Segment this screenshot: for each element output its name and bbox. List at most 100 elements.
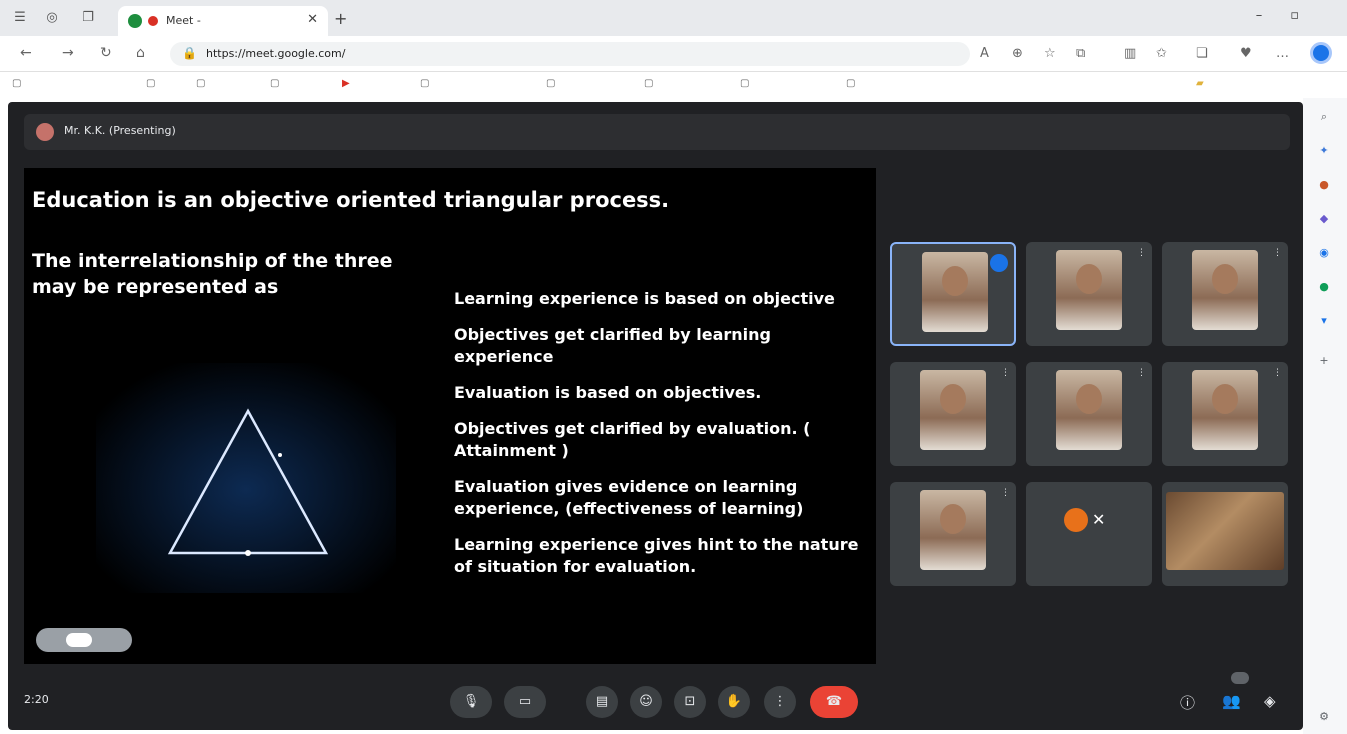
present-button[interactable]: ⊡: [674, 686, 706, 718]
bookmark-item[interactable]: [12, 78, 21, 89]
meeting-clock: 2:20: [24, 693, 49, 706]
slide-point: Evaluation gives evidence on learning ex…: [454, 477, 804, 518]
emoji-icon: ☺: [639, 694, 653, 709]
slide-subtitle-line: The interrelationship of the three: [32, 250, 393, 272]
office-icon[interactable]: ◉: [1317, 246, 1331, 260]
slide-point: Evaluation is based on objectives.: [454, 383, 762, 402]
side-panel: ⌕ ✦ ● ◆ ◉ ● ▾ + ⚙: [1303, 98, 1347, 734]
split-screen-icon[interactable]: ▥: [1124, 46, 1136, 61]
window-controls[interactable]: –▫: [1256, 8, 1327, 23]
end-call-icon: ☎: [825, 694, 843, 709]
other-favorites-folder[interactable]: [1196, 78, 1204, 89]
zoom-icon[interactable]: ⊕: [1012, 46, 1023, 61]
mic-muted-icon: ⋮: [1001, 368, 1010, 378]
reload-icon[interactable]: ↻: [100, 45, 112, 61]
workspaces-icon[interactable]: ◎: [44, 10, 60, 26]
participant-tile[interactable]: ⋮: [1162, 242, 1288, 346]
bookmark-item[interactable]: [146, 78, 155, 89]
participant-video: [920, 370, 986, 450]
mic-muted-icon: ⋮: [1273, 248, 1282, 258]
favorite-icon[interactable]: ☆: [1044, 46, 1056, 61]
tools-icon[interactable]: ✦: [1317, 144, 1331, 158]
favorites-bar-icon[interactable]: ✩: [1156, 46, 1167, 61]
back-icon[interactable]: ←: [20, 45, 32, 61]
bookmark-item[interactable]: [270, 78, 279, 89]
participant-video: [920, 490, 986, 570]
participant-tile[interactable]: [1162, 482, 1288, 586]
info-button[interactable]: ⓘ: [1180, 692, 1195, 713]
emoji-button[interactable]: ☺: [630, 686, 662, 718]
present-icon: ⊡: [684, 694, 696, 709]
bookmark-item[interactable]: [644, 78, 653, 89]
participant-tile[interactable]: [890, 242, 1016, 346]
participant-tile[interactable]: ✕: [1026, 482, 1152, 586]
participant-video: [1166, 492, 1284, 570]
mic-button[interactable]: 🎙: [450, 686, 492, 718]
mic-muted-icon: ⋮: [1273, 368, 1282, 378]
mic-icon: 🎙: [462, 694, 480, 709]
toggle-knob: [66, 633, 92, 647]
people-button[interactable]: 👥: [1222, 692, 1241, 710]
participant-video: [1192, 370, 1258, 450]
bookmark-item[interactable]: [546, 78, 555, 89]
participant-video: [1056, 370, 1122, 450]
slide-points: Learning experience is based on objectiv…: [454, 288, 864, 592]
participant-tile[interactable]: ⋮: [1026, 242, 1152, 346]
outlook-icon[interactable]: ●: [1317, 280, 1331, 294]
people-icon: 👥: [1222, 692, 1241, 710]
bookmark-item[interactable]: [740, 78, 749, 89]
more-options-icon: ⋮: [773, 694, 787, 709]
new-tab-icon[interactable]: +: [334, 9, 347, 28]
participant-tile[interactable]: ⋮: [890, 482, 1016, 586]
browser-essentials-icon[interactable]: ♥: [1240, 46, 1252, 61]
participant-video: [1056, 250, 1122, 330]
shopping-icon[interactable]: ●: [1317, 178, 1331, 192]
home-icon[interactable]: ⌂: [136, 45, 145, 61]
more-options-button[interactable]: ⋮: [764, 686, 796, 718]
bookmark-item[interactable]: [846, 78, 855, 89]
end-call-button[interactable]: ☎: [810, 686, 858, 718]
drop-icon[interactable]: ▾: [1317, 314, 1331, 328]
tab-actions-icon[interactable]: ❐: [80, 10, 96, 26]
activities-icon: ◈: [1264, 692, 1276, 710]
bookmark-item[interactable]: [420, 78, 429, 89]
browser-toolbar: ← → ↻ ⌂ 🔒 https://meet.google.com/ A ⊕ ☆…: [0, 36, 1347, 72]
add-icon[interactable]: +: [1317, 354, 1331, 368]
bookmark-item[interactable]: [196, 78, 205, 89]
read-aloud-icon[interactable]: A: [980, 46, 989, 61]
games-icon[interactable]: ◆: [1317, 212, 1331, 226]
camera-button[interactable]: ▭: [504, 686, 546, 718]
slide-title: Education is an objective oriented trian…: [32, 188, 670, 212]
slide-point: Learning experience is based on objectiv…: [454, 289, 835, 308]
bookmark-item-youtube[interactable]: [342, 78, 350, 89]
participant-tile[interactable]: ⋮: [1162, 362, 1288, 466]
raise-hand-button[interactable]: ✋: [718, 686, 750, 718]
menu-icon[interactable]: ☰: [12, 10, 28, 26]
mic-muted-icon: ⋮: [1137, 368, 1146, 378]
settings-icon[interactable]: ⚙: [1317, 710, 1331, 724]
slide-subtitle-line: may be represented as: [32, 276, 279, 298]
tab-meet[interactable]: Meet - ✕: [118, 6, 328, 36]
tab-title: Meet -: [166, 14, 201, 27]
mic-off-icon: ✕: [1092, 510, 1106, 529]
lock-icon[interactable]: 🔒: [182, 46, 197, 60]
more-menu-icon[interactable]: …: [1276, 46, 1289, 61]
meet-favicon-icon: [128, 14, 142, 28]
slide-point: Learning experience gives hint to the na…: [454, 535, 859, 576]
search-icon[interactable]: ⌕: [1317, 110, 1331, 124]
participant-tile[interactable]: ⋮: [890, 362, 1016, 466]
presenter-bar: Mr. K.K. (Presenting): [24, 114, 1290, 150]
close-tab-icon[interactable]: ✕: [307, 12, 318, 27]
forward-icon[interactable]: →: [62, 45, 74, 61]
captions-button[interactable]: ▤: [586, 686, 618, 718]
participants-count-badge: [1231, 672, 1249, 684]
copilot-icon[interactable]: [1310, 42, 1332, 64]
slide-toggle[interactable]: [36, 628, 132, 652]
extensions-icon[interactable]: ⧉: [1076, 46, 1085, 61]
slide-subtitle: The interrelationship of the three may b…: [32, 248, 452, 300]
participant-tile[interactable]: ⋮: [1026, 362, 1152, 466]
speaking-indicator-icon: [990, 254, 1008, 272]
collections-icon[interactable]: ❏: [1196, 46, 1208, 61]
activities-button[interactable]: ◈: [1264, 692, 1276, 710]
address-bar[interactable]: 🔒 https://meet.google.com/: [170, 42, 970, 66]
